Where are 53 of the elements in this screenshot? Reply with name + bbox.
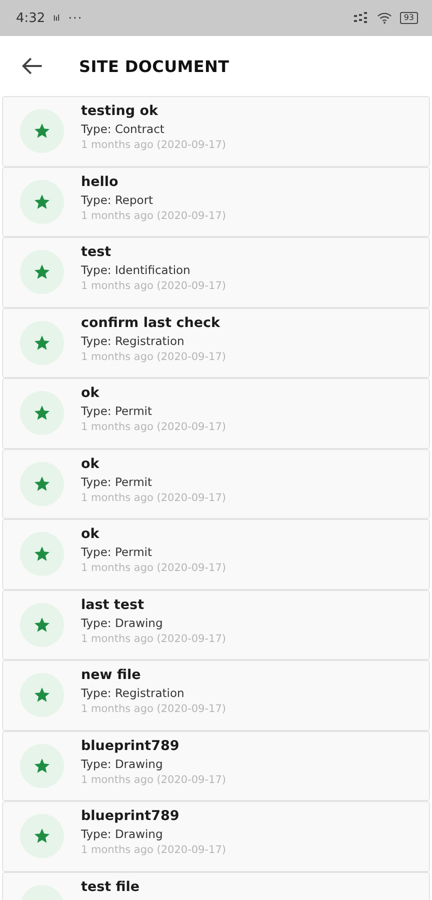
document-date: 1 months ago (2020-09-17)	[81, 139, 226, 151]
document-card[interactable]: blueprint789 Type: Drawing 1 months ago (2020-09-17)	[2, 801, 430, 872]
battery-indicator: 93	[400, 12, 418, 24]
document-card[interactable]: new file Type: Registration 1 months ago (2020-09-17)	[2, 660, 430, 730]
document-title: ok	[81, 526, 100, 542]
document-date: 1 months ago (2020-09-17)	[81, 703, 226, 715]
document-card[interactable]: test file	[2, 872, 430, 900]
document-date: 1 months ago (2020-09-17)	[81, 562, 226, 574]
document-title: last test	[81, 596, 146, 612]
document-date: 1 months ago (2020-09-17)	[81, 350, 226, 362]
document-type: Type: Drawing	[81, 827, 164, 841]
document-title: test file	[81, 878, 140, 894]
network-icon	[53, 13, 60, 23]
document-title: hello	[81, 174, 120, 190]
document-card[interactable]: hello Type: Report 1 months ago (2020-09-17)	[2, 166, 430, 237]
more-dots: ···	[68, 11, 83, 25]
wifi-icon	[376, 12, 392, 24]
document-title: blueprint789	[81, 738, 180, 754]
document-card[interactable]: ok Type: Permit 1 months ago (2020-09-17)	[2, 378, 430, 448]
document-title: confirm last check	[81, 314, 221, 330]
document-type: Type: Registration	[81, 334, 186, 348]
document-type: Type: Drawing	[81, 616, 164, 630]
document-type: Type: Contract	[81, 122, 166, 136]
document-date: 1 months ago (2020-09-17)	[81, 210, 226, 222]
document-date: 1 months ago (2020-09-17)	[81, 421, 226, 433]
document-title: ok	[81, 456, 100, 472]
document-title: new file	[81, 667, 142, 683]
document-card[interactable]: confirm last check Type: Registration 1 months ago (2020-09-17)	[2, 308, 430, 378]
document-card[interactable]: test Type: Identification 1 months ago (2020-09-17)	[2, 237, 430, 308]
document-date: 1 months ago (2020-09-17)	[81, 632, 226, 644]
document-title: test	[81, 244, 112, 260]
document-type: Type: Identification	[81, 263, 192, 277]
page-title: SITE DOCUMENT	[79, 56, 230, 76]
document-card[interactable]: ok Type: Permit 1 months ago (2020-09-17)	[2, 448, 430, 519]
signal-icon	[352, 12, 369, 24]
document-card[interactable]: testing ok Type: Contract 1 months ago (2020-09-17)	[2, 96, 430, 166]
document-type: Type: Drawing	[81, 756, 164, 770]
document-date: 1 months ago (2020-09-17)	[81, 774, 226, 786]
document-date: 1 months ago (2020-09-17)	[81, 492, 226, 504]
document-type: Type: Permit	[81, 404, 153, 418]
document-card[interactable]: last test Type: Drawing 1 months ago (2020-09-17)	[2, 590, 430, 660]
status-time: 4:32	[16, 10, 46, 26]
document-type: Type: Report	[81, 192, 154, 206]
document-card[interactable]: blueprint789 Type: Drawing 1 months ago (2020-09-17)	[2, 730, 430, 801]
document-type: Type: Registration	[81, 686, 186, 700]
document-title: testing ok	[81, 103, 159, 119]
document-date: 1 months ago (2020-09-17)	[81, 844, 226, 856]
document-card[interactable]: ok Type: Permit 1 months ago (2020-09-17)	[2, 519, 430, 590]
document-type: Type: Permit	[81, 545, 153, 559]
document-title: ok	[81, 385, 100, 401]
document-title: blueprint789	[81, 808, 180, 824]
document-date: 1 months ago (2020-09-17)	[81, 280, 226, 292]
document-type: Type: Permit	[81, 474, 153, 488]
